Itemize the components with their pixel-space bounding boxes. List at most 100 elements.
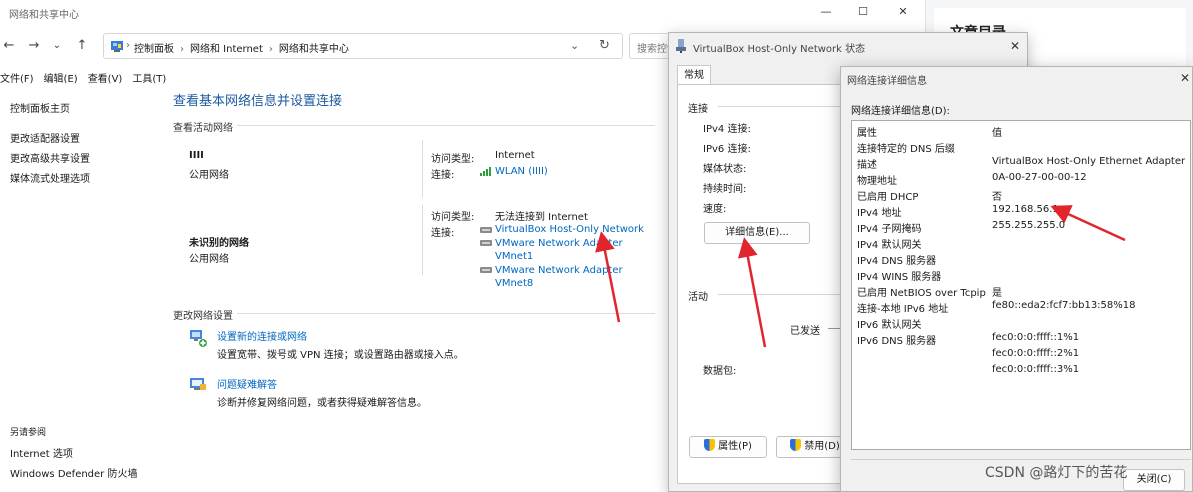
menu-view[interactable]: 查看(V) (88, 70, 123, 85)
close-button[interactable]: ✕ (883, 2, 923, 22)
troubleshoot-desc: 诊断并修复网络问题，或者获得疑难解答信息。 (217, 398, 427, 409)
value-cell: 255.255.255.0 (992, 220, 1066, 231)
see-also-defender-firewall[interactable]: Windows Defender 防火墙 (10, 465, 137, 480)
disable-button-label: 禁用(D) (804, 441, 840, 452)
property-cell: 描述 (857, 160, 877, 171)
breadcrumb-sharing-center[interactable]: 网络和共享中心 (279, 44, 349, 55)
value-cell: 192.168.56.1 (992, 204, 1059, 215)
table-row[interactable]: 连接-本地 IPv6 地址 fe80::eda2:fcf7:bb13:58%18 (852, 299, 1190, 315)
troubleshoot-link[interactable]: 问题疑难解答 (217, 376, 277, 391)
breadcrumb-sep: › (126, 40, 130, 51)
search-input[interactable]: 搜索控制 (629, 33, 671, 59)
property-cell: 连接-本地 IPv6 地址 (857, 304, 949, 315)
window-title: 网络和共享中心 (9, 10, 79, 21)
column-divider (422, 205, 423, 275)
menu-edit[interactable]: 编辑(E) (44, 70, 78, 85)
uac-shield-icon (790, 439, 802, 451)
tab-general[interactable]: 常规 (677, 65, 711, 85)
duration-label: 持续时间: (703, 184, 747, 195)
access-type-label: 访问类型: (431, 154, 475, 165)
breadcrumb-control-panel[interactable]: 控制面板 (134, 44, 174, 55)
back-arrow-icon[interactable]: ← (0, 37, 18, 55)
up-arrow-icon[interactable]: ↑ (73, 37, 91, 55)
section-divider (237, 125, 655, 126)
see-also-internet-options[interactable]: Internet 选项 (10, 445, 73, 460)
close-button[interactable]: 关闭(C) (1123, 469, 1185, 491)
active-networks-heading: 查看活动网络 (173, 123, 233, 134)
csdn-watermark: CSDN @路灯下的苦花 (985, 465, 1128, 481)
table-row[interactable]: IPv4 默认网关 (852, 235, 1190, 251)
properties-button[interactable]: 属性(P) (689, 436, 767, 458)
table-row[interactable]: IPv6 DNS 服务器 fec0:0:0:ffff::1%1 (852, 331, 1190, 347)
sent-label: 已发送 (790, 326, 820, 337)
ipv4-connectivity-label: IPv4 连接: (703, 124, 751, 135)
value-cell: 是 (992, 288, 1002, 299)
forward-arrow-icon[interactable]: → (25, 37, 43, 55)
table-row[interactable]: IPv4 WINS 服务器 (852, 267, 1190, 283)
property-cell: 物理地址 (857, 176, 897, 187)
table-row[interactable]: 物理地址 0A-00-27-00-00-12 (852, 171, 1190, 187)
table-row[interactable]: 连接特定的 DNS 后缀 (852, 139, 1190, 155)
ethernet-adapter-icon (480, 226, 492, 237)
control-panel-icon (110, 39, 124, 56)
search-placeholder: 搜索控制 (637, 44, 670, 55)
network-name: IIII (189, 150, 204, 161)
close-icon[interactable]: ✕ (1177, 69, 1193, 87)
table-row[interactable]: IPv6 默认网关 (852, 315, 1190, 331)
value-cell: fec0:0:0:ffff::3%1 (992, 364, 1080, 375)
property-column-header[interactable]: 属性 (857, 124, 877, 139)
access-type-label: 访问类型: (431, 212, 475, 223)
page-title: 查看基本网络信息并设置连接 (173, 94, 343, 109)
address-dropdown-chevron-icon[interactable]: ⌄ (570, 39, 579, 52)
title-bar: 网络和共享中心 — ☐ ✕ (0, 0, 925, 26)
address-bar[interactable]: › 控制面板 › 网络和 Internet › 网络和共享中心 ⌄ ↻ (103, 33, 623, 59)
access-type-value: Internet (495, 150, 535, 161)
troubleshoot-icon (188, 376, 208, 397)
value-cell: 0A-00-27-00-00-12 (992, 172, 1087, 183)
value-cell: fec0:0:0:ffff::2%1 (992, 348, 1080, 359)
speed-label: 速度: (703, 204, 727, 215)
connection-group-label: 连接 (688, 104, 708, 115)
connection-link-vmnet1[interactable]: VMware Network Adapter VMnet1 (495, 237, 630, 263)
table-row[interactable]: 已启用 DHCP 否 (852, 187, 1190, 203)
table-row[interactable]: IPv4 子网掩码 255.255.255.0 (852, 219, 1190, 235)
table-row[interactable]: IPv4 DNS 服务器 (852, 251, 1190, 267)
sidebar-item-adapter-settings[interactable]: 更改适配器设置 (10, 130, 80, 145)
details-button[interactable]: 详细信息(E)... (704, 222, 810, 244)
property-cell: IPv4 DNS 服务器 (857, 256, 937, 267)
sidebar-item-media-streaming[interactable]: 媒体流式处理选项 (10, 170, 90, 185)
value-column-header[interactable]: 值 (992, 124, 1002, 139)
breadcrumb-network-internet[interactable]: 网络和 Internet (190, 44, 263, 55)
setup-new-connection-link[interactable]: 设置新的连接或网络 (217, 328, 307, 343)
connection-link-wlan[interactable]: WLAN (IIII) (495, 166, 548, 177)
minimize-button[interactable]: — (806, 2, 846, 22)
properties-button-label: 属性(P) (718, 441, 752, 452)
change-settings-heading: 更改网络设置 (173, 311, 233, 322)
value-cell: fec0:0:0:ffff::1%1 (992, 332, 1080, 343)
value-cell: fe80::eda2:fcf7:bb13:58%18 (992, 300, 1136, 311)
table-row[interactable]: IPv4 地址 192.168.56.1 (852, 203, 1190, 219)
wifi-signal-icon (480, 167, 492, 179)
packets-label: 数据包: (703, 366, 737, 377)
table-row[interactable]: 已启用 NetBIOS over Tcpip 是 (852, 283, 1190, 299)
menu-bar: 文件(F) 编辑(E) 查看(V) 工具(T) (0, 70, 176, 85)
details-caption: 网络连接详细信息(D): (851, 106, 950, 117)
network-category: 公用网络 (189, 170, 229, 181)
maximize-button[interactable]: ☐ (843, 2, 883, 22)
table-row[interactable]: fec0:0:0:ffff::2%1 (852, 347, 1190, 363)
refresh-icon[interactable]: ↻ (599, 38, 610, 53)
menu-tools[interactable]: 工具(T) (132, 70, 166, 85)
sidebar-item-advanced-sharing[interactable]: 更改高级共享设置 (10, 150, 90, 165)
details-list[interactable]: 属性 值 连接特定的 DNS 后缀 描述 VirtualBox Host-Only … (851, 120, 1191, 450)
network-setup-icon (188, 328, 208, 351)
sidebar-item-control-panel-home[interactable]: 控制面板主页 (10, 100, 70, 115)
connections-label: 连接: (431, 228, 455, 239)
media-state-label: 媒体状态: (703, 164, 747, 175)
connection-link-vmnet8[interactable]: VMware Network Adapter VMnet8 (495, 264, 630, 290)
close-icon[interactable]: ✕ (1005, 37, 1025, 55)
table-row[interactable]: fec0:0:0:ffff::3%1 (852, 363, 1190, 379)
table-row[interactable]: 描述 VirtualBox Host-Only Ethernet Adapter (852, 155, 1190, 171)
menu-file[interactable]: 文件(F) (0, 70, 34, 85)
recent-locations-chevron-icon[interactable]: ⌄ (48, 37, 66, 55)
connection-link-virtualbox[interactable]: VirtualBox Host-Only Network (495, 224, 644, 235)
